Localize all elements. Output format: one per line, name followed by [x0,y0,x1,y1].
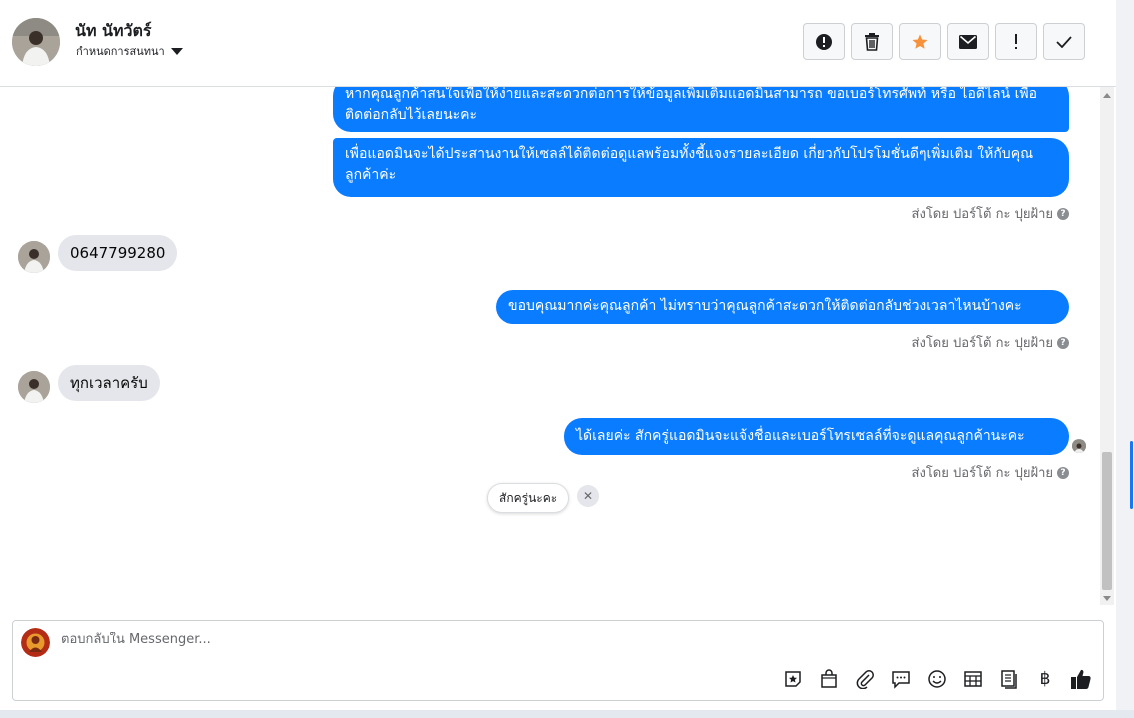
sent-by-text: ส่งโดย ปอร์โต้ กะ ปุยฝ้าย [911,207,1053,222]
sticker-icon[interactable] [781,667,805,691]
action-toolbar [803,23,1085,60]
contact-avatar-small [18,371,50,403]
seen-receipt-avatar [1072,439,1086,453]
checkmark-icon [1056,35,1072,48]
incoming-message: 0647799280 [58,235,178,271]
edge-indicator [1130,441,1133,509]
incoming-message: ทุกเวลาครับ [58,365,160,401]
scroll-up-arrow-icon[interactable] [1103,93,1111,98]
mark-done-button[interactable] [1043,23,1085,60]
report-spam-button[interactable] [803,23,845,60]
emoji-icon[interactable] [925,667,949,691]
exclamation-icon [1015,33,1017,49]
scroll-down-arrow-icon[interactable] [1103,596,1111,601]
composer-toolbar: ฿ [781,667,1093,691]
quick-reply-chip[interactable]: สักครู่นะคะ [487,483,570,513]
chat-bubble-icon[interactable] [889,667,913,691]
scroll-thumb[interactable] [1102,452,1112,590]
table-icon[interactable] [961,667,985,691]
star-button[interactable] [899,23,941,60]
outgoing-message: ได้เลยค่ะ สักครู่แอดมินจะแจ้งชื่อและเบอร… [564,418,1069,455]
close-icon[interactable]: ✕ [577,485,599,507]
sent-by-text: ส่งโดย ปอร์โต้ กะ ปุยฝ้าย [911,466,1053,481]
help-icon[interactable]: ? [1057,336,1069,349]
caret-down-icon [170,47,183,55]
reply-input[interactable] [61,632,761,647]
sent-by-text: ส่งโดย ปอร์โต้ กะ ปุยฝ้าย [911,336,1053,351]
reply-composer: ฿ [12,620,1104,701]
outgoing-message: ขอบคุณมากค่ะคุณลูกค้า ไม่ทราบว่าคุณลูกค้… [496,290,1069,324]
trash-icon [865,32,879,51]
message-thread: หากคุณลูกค้าสนใจเพื่อให้ง่ายและสะดวกต่อก… [0,87,1100,605]
alert-circle-icon [816,33,832,50]
conversation-schedule-dropdown[interactable]: กำหนดการสนทนา [76,42,183,60]
notes-icon[interactable] [997,667,1021,691]
right-edge-panel [1116,0,1134,718]
bottom-edge [0,710,1134,718]
thumbs-up-icon[interactable] [1069,667,1093,691]
paperclip-icon[interactable] [853,667,877,691]
bag-icon[interactable] [817,667,841,691]
follow-up-button[interactable] [995,23,1037,60]
conversation-header: นัท นัทวัตร์ กำหนดการสนทนา [0,0,1116,87]
contact-avatar[interactable] [12,18,60,66]
schedule-label: กำหนดการสนทนา [76,45,165,58]
help-icon[interactable]: ? [1057,207,1069,220]
baht-icon[interactable]: ฿ [1033,667,1057,691]
help-icon[interactable]: ? [1057,466,1069,479]
sent-by-label: ส่งโดย ปอร์โต้ กะ ปุยฝ้าย ? [912,462,1069,483]
contact-name: นัท นัทวัตร์ [75,21,152,40]
mark-unread-button[interactable] [947,23,989,60]
close-glyph: ✕ [582,489,594,503]
thread-scrollbar[interactable] [1100,87,1114,605]
contact-avatar-small [18,241,50,273]
star-icon [912,34,928,49]
outgoing-message: เพื่อแอดมินจะได้ประสานงานให้เซลล์ได้ติดต… [333,138,1069,197]
page-avatar [21,628,50,657]
sent-by-label: ส่งโดย ปอร์โต้ กะ ปุยฝ้าย ? [912,203,1069,224]
sent-by-label: ส่งโดย ปอร์โต้ กะ ปุยฝ้าย ? [912,332,1069,353]
outgoing-message: หากคุณลูกค้าสนใจเพื่อให้ง่ายและสะดวกต่อก… [333,87,1069,132]
envelope-icon [959,34,977,49]
delete-button[interactable] [851,23,893,60]
